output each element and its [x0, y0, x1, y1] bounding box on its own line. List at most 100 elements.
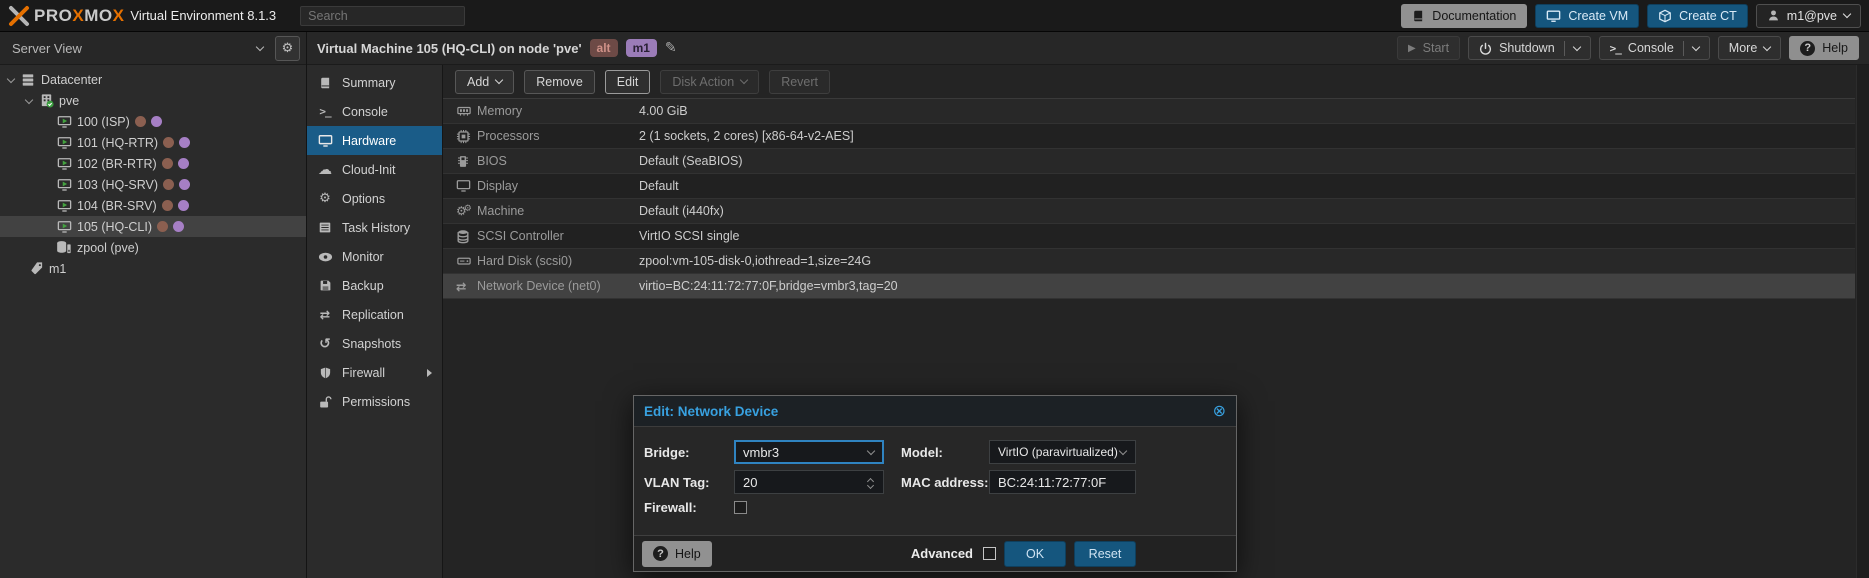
- vm-menu: Summary >_ Console Hardware ☁ Clo: [307, 65, 443, 578]
- tree-item-vm-100[interactable]: 100 (ISP): [0, 111, 306, 132]
- menu-item-task-history[interactable]: Task History: [307, 213, 442, 242]
- table-row-hard-disk[interactable]: Hard Disk (scsi0) zpool:vm-105-disk-0,io…: [443, 249, 1855, 274]
- vm-tag-alt: alt: [590, 39, 618, 57]
- tree-item-label: 105 (HQ-CLI): [77, 220, 152, 234]
- create-ct-button[interactable]: Create CT: [1647, 4, 1748, 28]
- tag-dot-m1: [179, 137, 190, 148]
- table-row-display[interactable]: Display Default: [443, 174, 1855, 199]
- tree-item-label: 100 (ISP): [77, 115, 130, 129]
- vm-running-icon: [56, 115, 72, 129]
- shutdown-label: Shutdown: [1499, 41, 1555, 55]
- tree-item-vm-104[interactable]: 104 (BR-SRV): [0, 195, 306, 216]
- revert-button[interactable]: Revert: [769, 70, 830, 94]
- tree-item-label: 102 (BR-RTR): [77, 157, 157, 171]
- help-button[interactable]: ? Help: [1789, 36, 1859, 60]
- menu-item-console[interactable]: >_ Console: [307, 97, 442, 126]
- menu-item-label: Monitor: [342, 250, 384, 264]
- firewall-checkbox[interactable]: [734, 501, 747, 514]
- server-icon: [20, 73, 36, 87]
- dialog-help-button[interactable]: ? Help: [642, 541, 712, 567]
- row-label: Processors: [477, 129, 639, 143]
- menu-item-label: Replication: [342, 308, 404, 322]
- shutdown-split-button[interactable]: Shutdown: [1468, 36, 1591, 60]
- tree-item-tag-m1[interactable]: m1: [0, 258, 306, 279]
- documentation-button[interactable]: Documentation: [1401, 4, 1527, 28]
- chevron-down-icon[interactable]: [1119, 446, 1127, 454]
- tree-item-storage-zpool[interactable]: zpool (pve): [0, 237, 306, 258]
- user-icon: [1767, 9, 1780, 22]
- power-icon: [1479, 42, 1492, 55]
- console-split-button[interactable]: >_ Console: [1599, 36, 1710, 60]
- model-label: Model:: [901, 445, 989, 460]
- ok-button[interactable]: OK: [1004, 541, 1066, 567]
- tree-item-vm-102[interactable]: 102 (BR-RTR): [0, 153, 306, 174]
- monitor-icon: [1546, 9, 1561, 23]
- tree-item-node-pve[interactable]: pve: [0, 90, 306, 111]
- table-row-network-device[interactable]: ⇄ Network Device (net0) virtio=BC:24:11:…: [443, 274, 1855, 299]
- menu-item-summary[interactable]: Summary: [307, 68, 442, 97]
- chevron-down-icon[interactable]: [1572, 42, 1580, 50]
- create-vm-button[interactable]: Create VM: [1535, 4, 1639, 28]
- dialog-footer: ? Help Advanced OK Reset: [634, 535, 1236, 571]
- edit-network-device-dialog: Edit: Network Device ⊗ Bridge: vmbr3 Mod…: [633, 395, 1237, 572]
- spinner-buttons[interactable]: [868, 477, 874, 488]
- play-icon: ▶: [1408, 43, 1416, 54]
- chevron-down-icon[interactable]: [867, 446, 875, 454]
- more-button[interactable]: More: [1718, 36, 1781, 60]
- mac-address-input[interactable]: BC:24:11:72:77:0F: [989, 470, 1136, 494]
- menu-item-replication[interactable]: ⇄ Replication: [307, 300, 442, 329]
- advanced-checkbox[interactable]: [983, 547, 996, 560]
- table-row-memory[interactable]: Memory 4.00 GiB: [443, 99, 1855, 124]
- bridge-combobox[interactable]: vmbr3: [734, 440, 884, 464]
- tree-item-vm-105[interactable]: 105 (HQ-CLI): [0, 216, 306, 237]
- menu-item-cloud-init[interactable]: ☁ Cloud-Init: [307, 155, 442, 184]
- menu-item-hardware[interactable]: Hardware: [307, 126, 442, 155]
- tree-settings-button[interactable]: ⚙: [275, 36, 300, 61]
- table-row-bios[interactable]: BIOS Default (SeaBIOS): [443, 149, 1855, 174]
- dialog-header[interactable]: Edit: Network Device ⊗: [634, 396, 1236, 426]
- reset-button[interactable]: Reset: [1074, 541, 1136, 567]
- brand-name: PROXMOX: [34, 6, 124, 26]
- remove-button[interactable]: Remove: [524, 70, 595, 94]
- edit-tags-pencil-icon[interactable]: ✎: [665, 40, 677, 56]
- row-label: Memory: [477, 104, 639, 118]
- terminal-icon: >_: [1610, 42, 1621, 55]
- add-button[interactable]: Add: [455, 70, 514, 94]
- book-icon: [1412, 9, 1425, 23]
- row-value: Default (SeaBIOS): [639, 154, 743, 168]
- chevron-down-icon: [256, 42, 264, 50]
- expander-chevron-icon[interactable]: [7, 74, 15, 82]
- menu-item-monitor[interactable]: Monitor: [307, 242, 442, 271]
- user-menu-button[interactable]: m1@pve: [1756, 4, 1861, 28]
- console-label: Console: [1628, 41, 1674, 55]
- menu-item-permissions[interactable]: Permissions: [307, 387, 442, 416]
- view-mode-select[interactable]: Server View: [6, 41, 269, 56]
- add-label: Add: [467, 75, 489, 89]
- chevron-down-icon[interactable]: [1692, 42, 1700, 50]
- expander-chevron-icon[interactable]: [25, 95, 33, 103]
- memory-icon: [443, 104, 477, 118]
- node-icon: [38, 93, 54, 108]
- table-row-scsi-controller[interactable]: SCSI Controller VirtIO SCSI single: [443, 224, 1855, 249]
- table-row-machine[interactable]: ⚙⚙ Machine Default (i440fx): [443, 199, 1855, 224]
- edit-button[interactable]: Edit: [605, 70, 651, 94]
- row-label: BIOS: [477, 154, 639, 168]
- vlan-tag-spinner[interactable]: 20: [734, 470, 884, 494]
- tree-item-vm-103[interactable]: 103 (HQ-SRV): [0, 174, 306, 195]
- tree-item-datacenter[interactable]: Datacenter: [0, 69, 306, 90]
- disk-action-button[interactable]: Disk Action: [660, 70, 759, 94]
- environment-version: Virtual Environment 8.1.3: [130, 8, 276, 23]
- menu-item-backup[interactable]: Backup: [307, 271, 442, 300]
- start-button[interactable]: ▶ Start: [1397, 36, 1460, 60]
- vertical-scrollbar[interactable]: [1856, 65, 1869, 578]
- tree-item-label: 104 (BR-SRV): [77, 199, 157, 213]
- menu-item-snapshots[interactable]: ↺ Snapshots: [307, 329, 442, 358]
- menu-item-firewall[interactable]: Firewall: [307, 358, 442, 387]
- tree-item-vm-101[interactable]: 101 (HQ-RTR): [0, 132, 306, 153]
- table-row-processors[interactable]: Processors 2 (1 sockets, 2 cores) [x86-6…: [443, 124, 1855, 149]
- model-combobox[interactable]: VirtIO (paravirtualized): [989, 440, 1136, 464]
- search-input[interactable]: [300, 6, 465, 26]
- vm-running-icon: [56, 199, 72, 213]
- menu-item-options[interactable]: ⚙ Options: [307, 184, 442, 213]
- close-icon[interactable]: ⊗: [1213, 403, 1226, 419]
